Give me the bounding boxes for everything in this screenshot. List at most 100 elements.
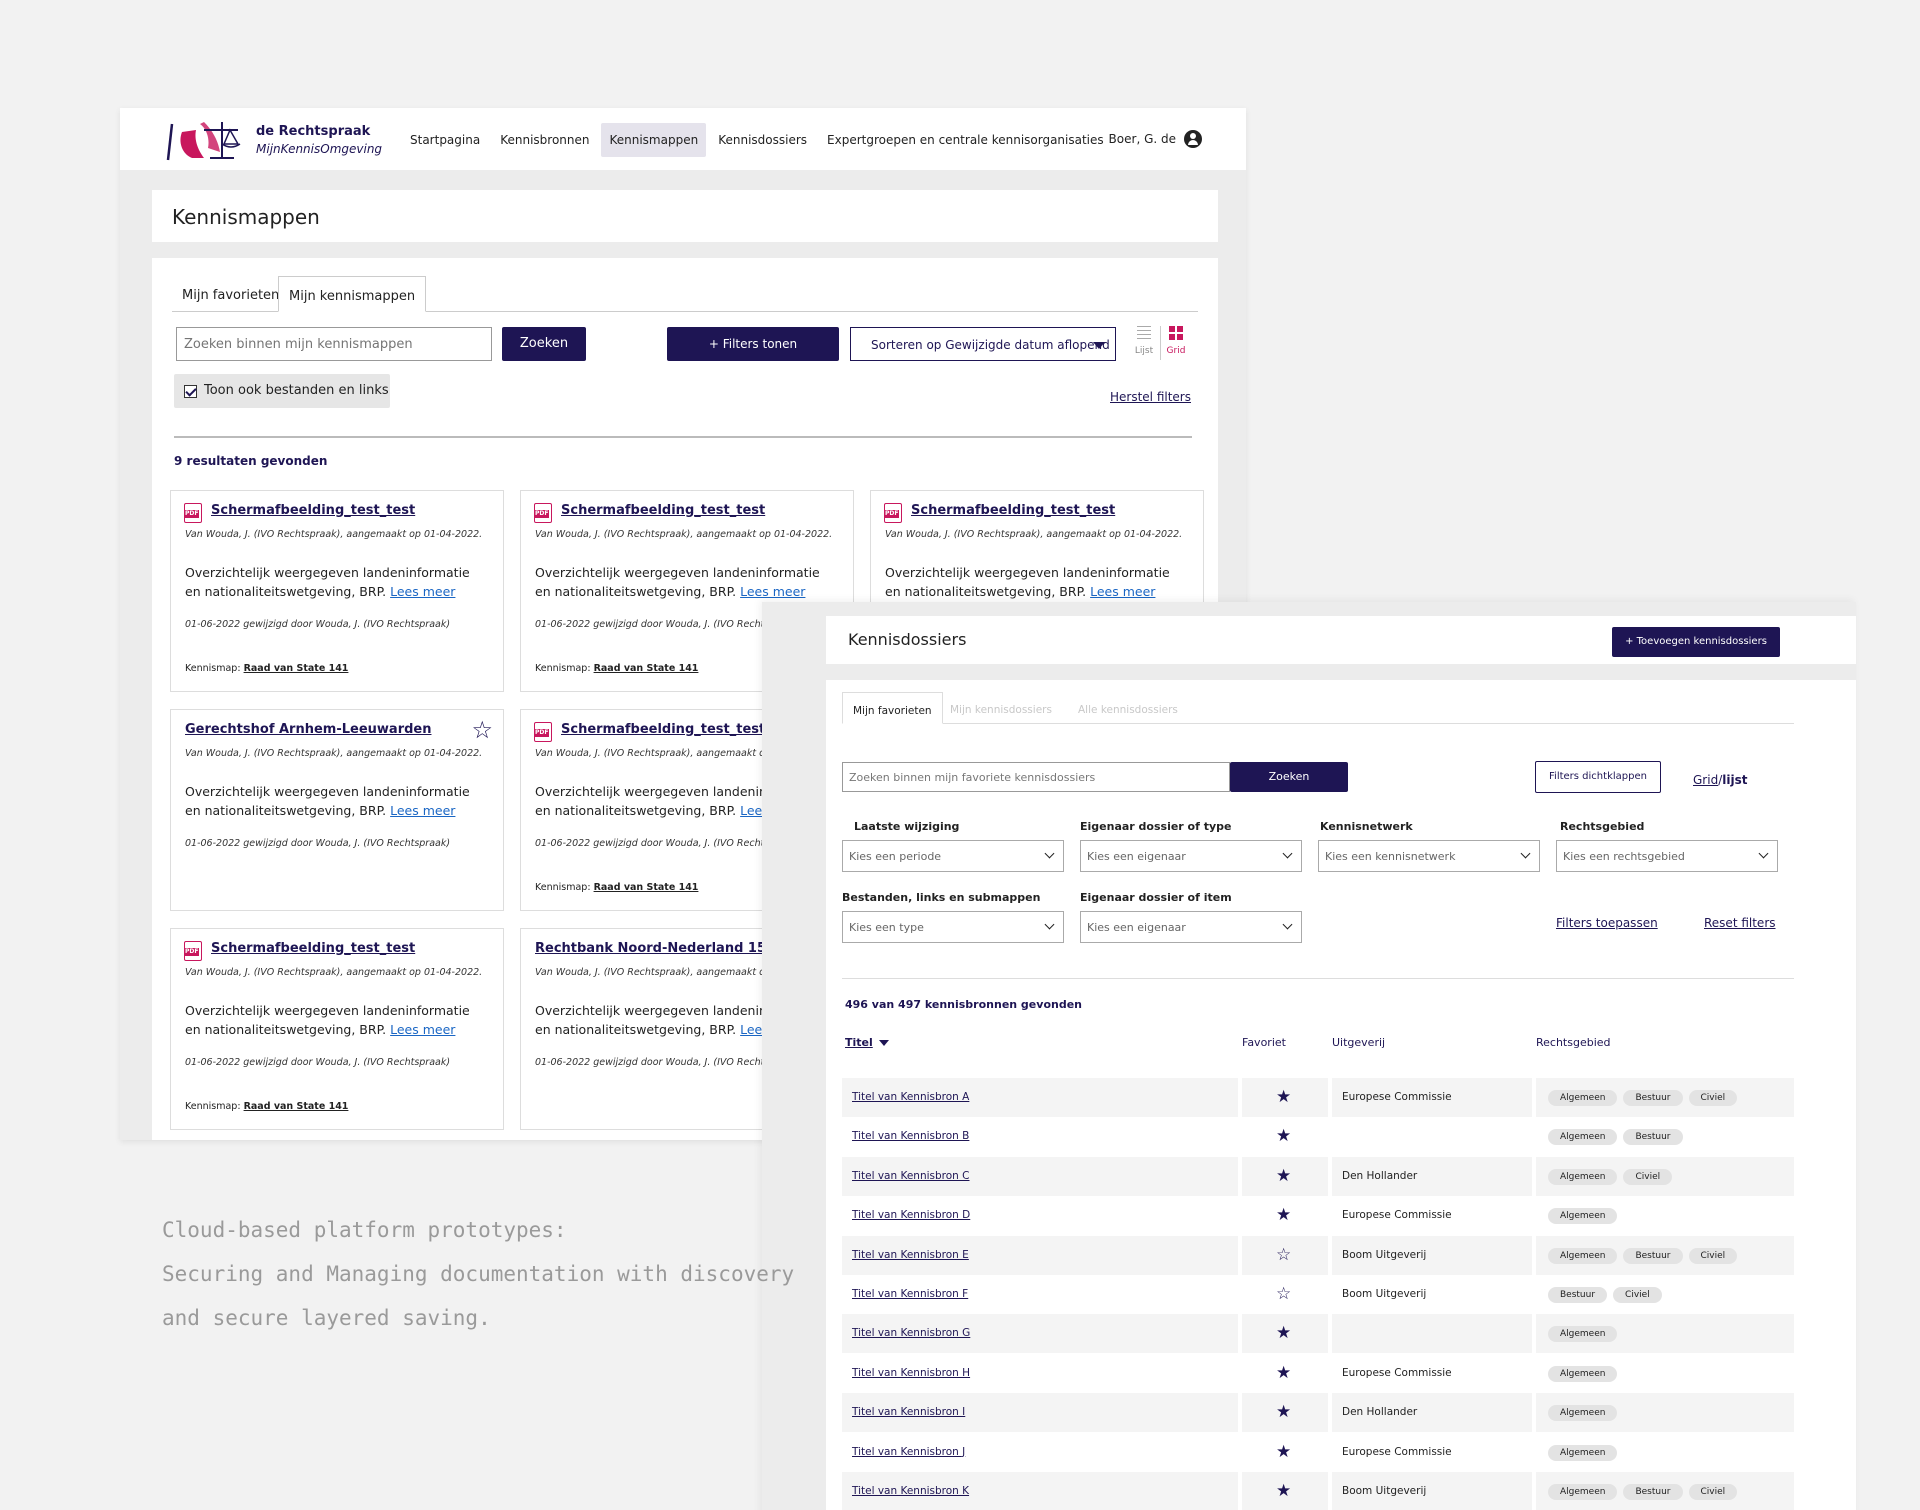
kennismap-link[interactable]: Raad van State 141 (594, 663, 699, 674)
card-title[interactable]: Rechtbank Noord-Nederland 1542 (535, 941, 784, 956)
table-row[interactable]: Titel van Kennisbron I ★ Den Hollander Alge… (842, 1393, 1794, 1433)
table-row[interactable]: Titel van Kennisbron G ★ Algemeen (842, 1314, 1794, 1354)
nav-kennisdossiers[interactable]: Kennisdossiers (710, 123, 815, 157)
filter-select-eigenaar-item[interactable]: Kies een eigenaar (1080, 911, 1302, 943)
search-input[interactable]: Zoeken binnen mijn favoriete kennisdossi… (842, 762, 1230, 792)
table-row[interactable]: Titel van Kennisbron E ☆ Boom Uitgeverij Al… (842, 1235, 1794, 1275)
table-row[interactable]: Titel van Kennisbron D ★ Europese Commissi… (842, 1196, 1794, 1235)
star-filled-icon[interactable]: ★ (1276, 1322, 1291, 1344)
card-title[interactable]: Schermafbeelding_test_test (211, 503, 415, 518)
user-menu[interactable]: Boer, G. de (1109, 130, 1202, 148)
read-more-link[interactable]: Lees meer (1090, 584, 1155, 599)
read-more-link[interactable]: Lees meer (740, 584, 805, 599)
card-title[interactable]: Schermafbeelding_test_test (211, 941, 415, 956)
row-title-link[interactable]: Titel van Kennisbron E (852, 1249, 969, 1261)
row-title-link[interactable]: Titel van Kennisbron A (852, 1091, 969, 1103)
star-filled-icon[interactable]: ★ (1276, 1441, 1291, 1463)
table-row[interactable]: Titel van Kennisbron J ★ Europese Commissi… (842, 1433, 1794, 1472)
column-header-favoriet[interactable]: Favoriet (1242, 1036, 1286, 1049)
column-header-titel[interactable]: Titel (845, 1036, 889, 1049)
logo-mark (166, 122, 241, 161)
nav-startpagina[interactable]: Startpagina (402, 123, 488, 157)
table-row[interactable]: Titel van Kennisbron F ☆ Boom Uitgeverij Be… (842, 1275, 1794, 1314)
collapse-filters-button[interactable]: Filters dichtklappen (1535, 761, 1661, 793)
row-publisher: Boom Uitgeverij (1342, 1248, 1427, 1261)
star-filled-icon[interactable]: ★ (1276, 1204, 1291, 1226)
tag-list: Algemeen (1548, 1208, 1618, 1225)
card-title[interactable]: Gerechtshof Arnhem-Leeuwarden (185, 722, 431, 737)
page-header: Kennismappen (152, 190, 1218, 242)
row-title-link[interactable]: Titel van Kennisbron H (852, 1367, 970, 1379)
table-row[interactable]: Titel van Kennisbron C ★ Den Hollander Alge… (842, 1156, 1794, 1196)
nav-kennisbronnen[interactable]: Kennisbronnen (492, 123, 597, 157)
apply-filters-link[interactable]: Filters toepassen (1556, 916, 1658, 930)
search-input[interactable] (176, 327, 492, 361)
star-filled-icon[interactable]: ★ (1276, 1165, 1291, 1187)
star-outline-icon[interactable]: ☆ (471, 718, 493, 742)
read-more-link[interactable]: Lees meer (390, 584, 455, 599)
nav-expertgroepen[interactable]: Expertgroepen en centrale kennisorganisa… (819, 123, 1112, 157)
read-more-link[interactable]: Lees meer (390, 803, 455, 818)
star-filled-icon[interactable]: ★ (1276, 1362, 1291, 1384)
tab-alle-kennisdossiers[interactable]: Alle kennisdossiers (1068, 692, 1188, 724)
star-filled-icon[interactable]: ★ (1276, 1086, 1291, 1108)
card-title[interactable]: Schermafbeelding_test_test (561, 722, 765, 737)
table-row[interactable]: Titel van Kennisbron B ★ Algemeen Bestuur (842, 1117, 1794, 1156)
filter-select-type[interactable]: Kies een type (842, 911, 1064, 943)
sort-select-value: Sorteren op Gewijzigde datum aflopend (871, 338, 1110, 352)
card-title[interactable]: Schermafbeelding_test_test (561, 503, 765, 518)
star-filled-icon[interactable]: ★ (1276, 1401, 1291, 1423)
tab-mijn-kennismappen[interactable]: Mijn kennismappen (278, 276, 427, 312)
row-title-link[interactable]: Titel van Kennisbron I (852, 1406, 965, 1418)
view-grid-button[interactable]: Grid (1164, 326, 1188, 356)
row-title-link[interactable]: Titel van Kennisbron D (852, 1209, 970, 1221)
kennismap-link[interactable]: Raad van State 141 (594, 882, 699, 893)
row-publisher: Europese Commissie (1342, 1445, 1452, 1458)
tag-badge: Algemeen (1548, 1208, 1618, 1225)
filter-select-kennisnetwerk[interactable]: Kies een kennisnetwerk (1318, 840, 1540, 872)
tab-mijn-favorieten[interactable]: Mijn favorieten (842, 692, 943, 724)
tab-mijn-kennisdossiers[interactable]: Mijn kennisdossiers (940, 692, 1062, 724)
row-title-link[interactable]: Titel van Kennisbron B (852, 1130, 969, 1142)
filter-select-eigenaar[interactable]: Kies een eigenaar (1080, 840, 1302, 872)
star-outline-icon[interactable]: ☆ (1276, 1283, 1291, 1305)
reset-filters-link[interactable]: Herstel filters (1110, 390, 1191, 404)
read-more-link[interactable]: Lees meer (390, 1022, 455, 1037)
sort-select[interactable]: Sorteren op Gewijzigde datum aflopend (850, 327, 1116, 361)
view-grid-link[interactable]: Grid (1693, 773, 1718, 787)
table-row[interactable]: Titel van Kennisbron H ★ Europese Commissi… (842, 1354, 1794, 1393)
search-button[interactable]: Zoeken (1230, 762, 1348, 792)
kennismap-link[interactable]: Raad van State 141 (244, 663, 349, 674)
row-title-link[interactable]: Titel van Kennisbron F (852, 1288, 968, 1300)
kennismap-link[interactable]: Raad van State 141 (244, 1101, 349, 1112)
rechtspraak-logo[interactable]: de Rechtspraak MijnKennisOmgeving (164, 118, 384, 162)
column-header-rechtsgebied[interactable]: Rechtsgebied (1536, 1036, 1611, 1049)
view-list-link[interactable]: lijst (1722, 773, 1747, 787)
star-filled-icon[interactable]: ★ (1276, 1480, 1291, 1502)
row-title-link[interactable]: Titel van Kennisbron J (852, 1446, 965, 1458)
column-header-uitgeverij[interactable]: Uitgeverij (1332, 1036, 1385, 1049)
card-title[interactable]: Schermafbeelding_test_test (911, 503, 1115, 518)
filter-placeholder: Kies een periode (849, 850, 942, 863)
tab-mijn-favorieten[interactable]: Mijn favorieten (172, 276, 289, 312)
filter-label-rechtsgebied: Rechtsgebied (1560, 820, 1645, 833)
star-outline-icon[interactable]: ☆ (1276, 1244, 1291, 1266)
search-button[interactable]: Zoeken (502, 327, 586, 361)
table-row[interactable]: Titel van Kennisbron A ★ Europese Commissi… (842, 1078, 1794, 1117)
reset-filters-link[interactable]: Reset filters (1704, 916, 1776, 930)
row-title-link[interactable]: Titel van Kennisbron C (852, 1170, 970, 1182)
table-row[interactable]: Titel van Kennisbron K ★ Boom Uitgeverij Al… (842, 1472, 1794, 1510)
cell-title: Titel van Kennisbron H (842, 1354, 1238, 1393)
star-filled-icon[interactable]: ★ (1276, 1125, 1291, 1147)
tag-badge: Bestuur (1623, 1484, 1683, 1500)
chevron-down-icon (1044, 848, 1055, 859)
add-kennisdossier-button[interactable]: + Toevoegen kennisdossiers (1612, 627, 1780, 657)
nav-kennismappen[interactable]: Kennismappen (601, 123, 707, 157)
row-title-link[interactable]: Titel van Kennisbron K (852, 1485, 969, 1497)
filter-select-periode[interactable]: Kies een periode (842, 840, 1064, 872)
filter-select-rechtsgebied[interactable]: Kies een rechtsgebied (1556, 840, 1778, 872)
view-list-button[interactable]: Lijst (1132, 326, 1156, 356)
show-files-checkbox[interactable]: Toon ook bestanden en links (174, 374, 390, 408)
row-title-link[interactable]: Titel van Kennisbron G (852, 1327, 970, 1339)
show-filters-button[interactable]: + Filters tonen (667, 327, 839, 361)
